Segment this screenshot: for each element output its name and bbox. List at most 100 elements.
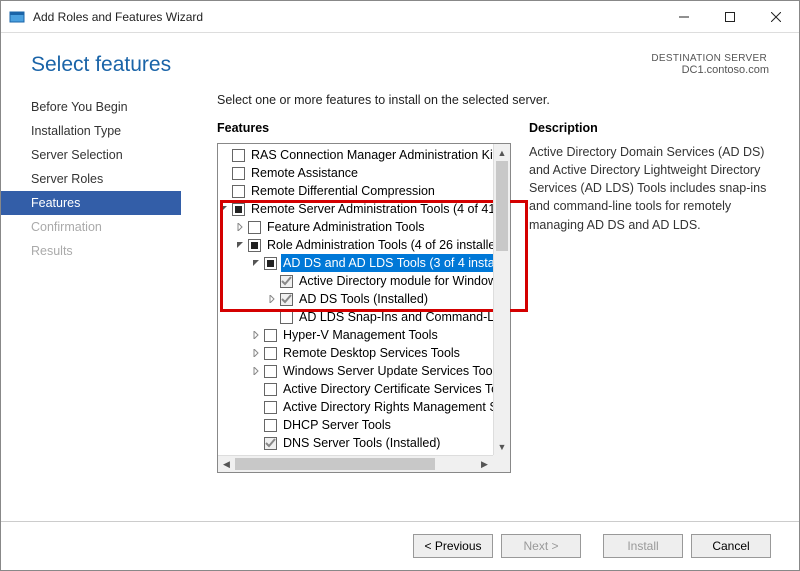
expand-icon[interactable] [266,293,278,305]
checkbox[interactable] [264,383,277,396]
tree-item-label[interactable]: DNS Server Tools (Installed) [281,434,442,452]
tree-item-label[interactable]: AD DS and AD LDS Tools (3 of 4 installed… [281,254,493,272]
install-button[interactable]: Install [603,534,683,558]
nav-item-confirmation: Confirmation [1,215,181,239]
minimize-button[interactable] [661,1,707,32]
tree-item-label[interactable]: Active Directory module for Windows P [297,272,493,290]
tree-item-label[interactable]: DHCP Server Tools [281,416,393,434]
tree-row[interactable]: Hyper-V Management Tools [218,326,493,344]
cancel-button[interactable]: Cancel [691,534,771,558]
description-column: Description Active Directory Domain Serv… [529,121,771,521]
checkbox[interactable] [264,419,277,432]
vertical-scrollbar[interactable]: ▲ ▼ [493,144,510,455]
checkbox[interactable] [280,311,293,324]
header: Select features DESTINATION SERVER DC1.c… [1,33,799,87]
tree-item-label[interactable]: Hyper-V Management Tools [281,326,440,344]
description-header: Description [529,121,771,135]
checkbox[interactable] [232,185,245,198]
instruction-text: Select one or more features to install o… [217,93,771,107]
expand-icon[interactable] [250,365,262,377]
tree-item-label[interactable]: Remote Desktop Services Tools [281,344,462,362]
checkbox[interactable] [248,239,261,252]
destination-label: DESTINATION SERVER [649,53,769,64]
tree-item-label[interactable]: Remote Server Administration Tools (4 of… [249,200,493,218]
expand-icon[interactable] [250,329,262,341]
columns: Features RAS Connection Manager Administ… [181,121,771,521]
window-title: Add Roles and Features Wizard [33,10,661,24]
vertical-scroll-thumb[interactable] [496,161,508,251]
nav-item-features[interactable]: Features [1,191,181,215]
horizontal-scroll-thumb[interactable] [235,458,435,470]
checkbox[interactable] [264,347,277,360]
tree-row[interactable]: Windows Server Update Services Tools [218,362,493,380]
tree-item-label[interactable]: AD LDS Snap-Ins and Command-Line To [297,308,493,326]
checkbox[interactable] [264,401,277,414]
tree-row[interactable]: Role Administration Tools (4 of 26 insta… [218,236,493,254]
tree-item-label[interactable]: RAS Connection Manager Administration Ki… [249,146,493,164]
checkbox[interactable] [280,275,293,288]
body: Before You BeginInstallation TypeServer … [1,87,799,521]
scroll-down-icon[interactable]: ▼ [494,438,510,455]
horizontal-scrollbar[interactable]: ◀ ▶ [218,455,493,472]
collapse-icon[interactable] [250,257,262,269]
tree-item-label[interactable]: Windows Server Update Services Tools [281,362,493,380]
tree-row[interactable]: Remote Server Administration Tools (4 of… [218,200,493,218]
main: Select one or more features to install o… [181,87,771,521]
collapse-icon[interactable] [218,203,230,215]
nav-item-server-roles[interactable]: Server Roles [1,167,181,191]
checkbox[interactable] [264,329,277,342]
nav-item-server-selection[interactable]: Server Selection [1,143,181,167]
checkbox[interactable] [232,167,245,180]
expand-icon[interactable] [234,221,246,233]
scroll-up-icon[interactable]: ▲ [494,144,510,161]
tree-row[interactable]: RAS Connection Manager Administration Ki… [218,146,493,164]
tree-row[interactable]: Active Directory Rights Management Servi… [218,398,493,416]
checkbox[interactable] [264,257,277,270]
tree-row[interactable]: Remote Assistance [218,164,493,182]
checkbox[interactable] [264,437,277,450]
tree-row[interactable]: DHCP Server Tools [218,416,493,434]
footer: < Previous Next > Install Cancel [1,521,799,570]
tree-row[interactable]: Remote Desktop Services Tools [218,344,493,362]
tree-item-label[interactable]: Feature Administration Tools [265,218,427,236]
tree-item-label[interactable]: Remote Assistance [249,164,360,182]
expand-icon[interactable] [250,347,262,359]
scrollbar-corner [493,455,510,472]
tree-item-label[interactable]: Active Directory Rights Management Servi… [281,398,493,416]
description-text: Active Directory Domain Services (AD DS)… [529,143,771,234]
next-button[interactable]: Next > [501,534,581,558]
app-icon [9,9,25,25]
close-button[interactable] [753,1,799,32]
nav-item-installation-type[interactable]: Installation Type [1,119,181,143]
tree-item-label[interactable]: Role Administration Tools (4 of 26 insta… [265,236,493,254]
features-tree[interactable]: RAS Connection Manager Administration Ki… [218,144,493,455]
maximize-button[interactable] [707,1,753,32]
wizard-window: Add Roles and Features Wizard Select fea… [0,0,800,571]
collapse-icon[interactable] [234,239,246,251]
destination-server: DESTINATION SERVER DC1.contoso.com [649,53,769,76]
checkbox[interactable] [232,149,245,162]
tree-row[interactable]: Remote Differential Compression [218,182,493,200]
scroll-left-icon[interactable]: ◀ [218,456,235,473]
tree-item-label[interactable]: Remote Differential Compression [249,182,437,200]
tree-row[interactable]: Feature Administration Tools [218,218,493,236]
checkbox[interactable] [264,365,277,378]
scroll-right-icon[interactable]: ▶ [476,456,493,473]
features-column: Features RAS Connection Manager Administ… [181,121,511,521]
checkbox[interactable] [232,203,245,216]
tree-row[interactable]: Active Directory Certificate Services To… [218,380,493,398]
tree-item-label[interactable]: AD DS Tools (Installed) [297,290,430,308]
checkbox[interactable] [280,293,293,306]
tree-row[interactable]: DNS Server Tools (Installed) [218,434,493,452]
tree-row[interactable]: AD DS and AD LDS Tools (3 of 4 installed… [218,254,493,272]
checkbox[interactable] [248,221,261,234]
tree-row[interactable]: AD DS Tools (Installed) [218,290,493,308]
tree-item-label[interactable]: Active Directory Certificate Services To… [281,380,493,398]
previous-button[interactable]: < Previous [413,534,493,558]
features-header: Features [217,121,511,135]
nav-item-before-you-begin[interactable]: Before You Begin [1,95,181,119]
tree-row[interactable]: AD LDS Snap-Ins and Command-Line To [218,308,493,326]
tree-row[interactable]: Active Directory module for Windows P [218,272,493,290]
features-tree-box: RAS Connection Manager Administration Ki… [217,143,511,473]
page-title: Select features [31,53,649,77]
